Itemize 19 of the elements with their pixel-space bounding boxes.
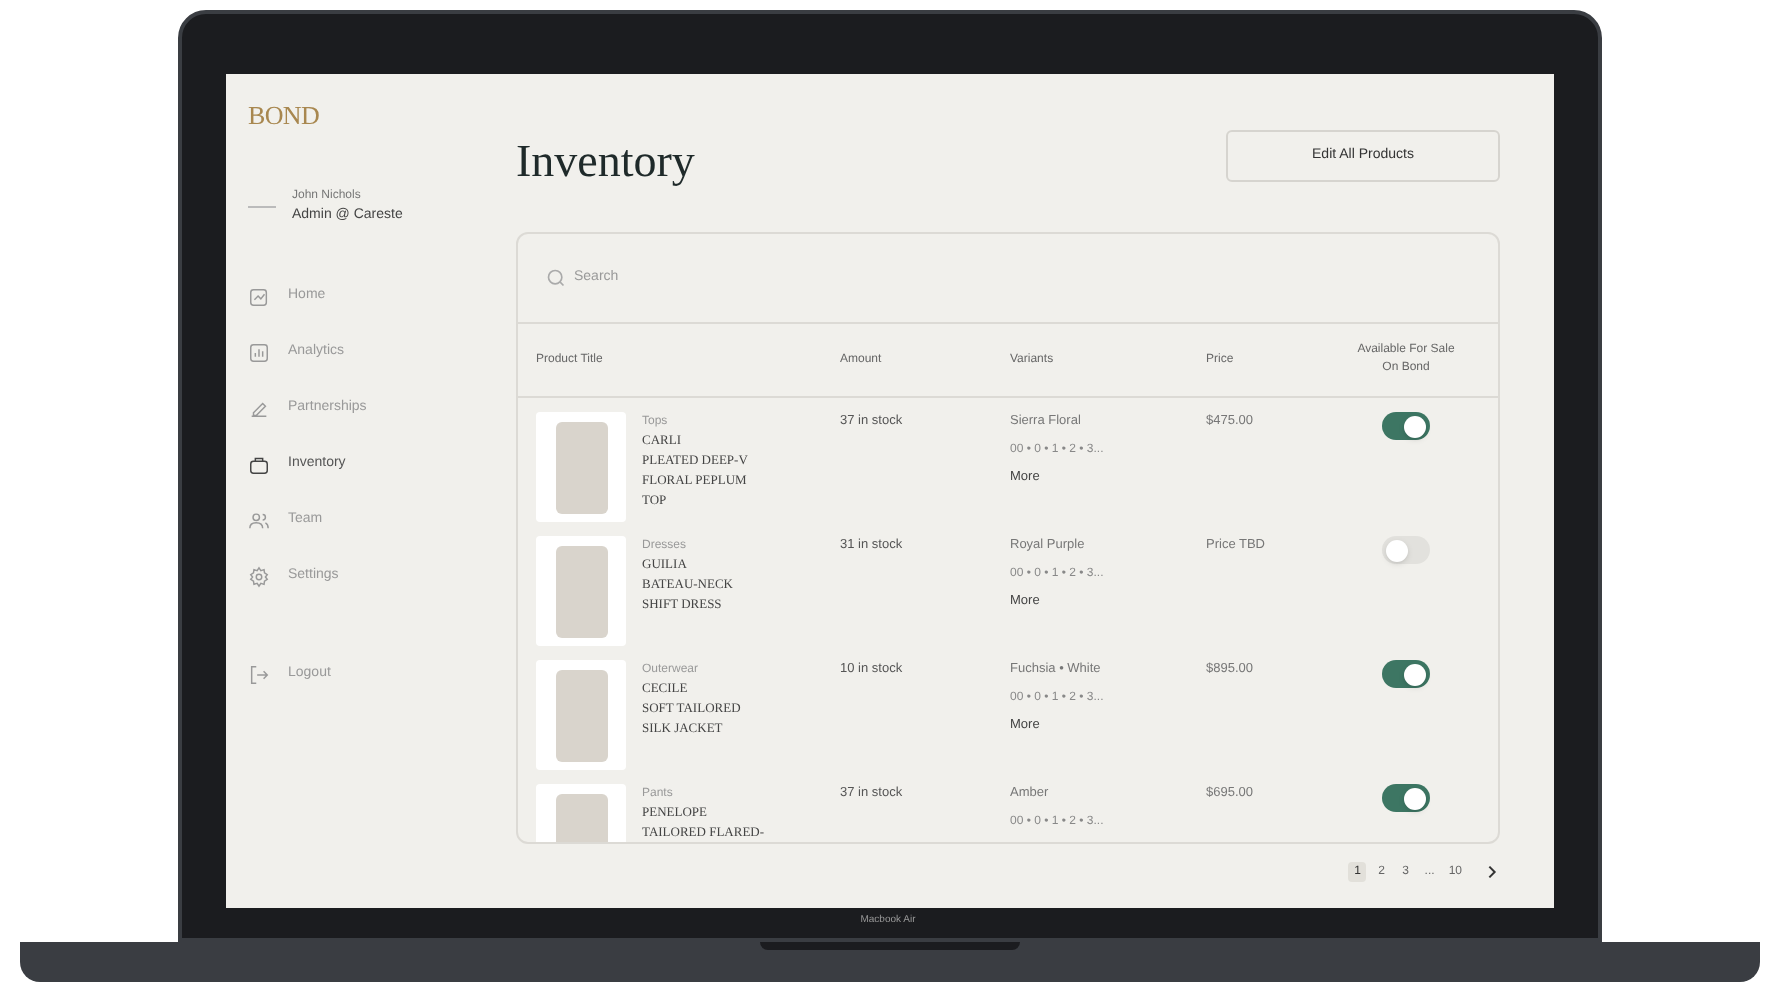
availability-toggle[interactable] [1382, 412, 1430, 440]
settings-icon [248, 566, 270, 588]
chart-icon [248, 286, 270, 308]
logout-icon [248, 664, 270, 686]
brand-logo: BOND [248, 102, 320, 128]
photo-placeholder [536, 412, 626, 522]
photo-placeholder [536, 536, 626, 646]
bar-chart-icon [248, 342, 270, 364]
page-title: Inventory [516, 138, 695, 184]
photo-placeholder [536, 660, 626, 770]
pencil-icon [248, 398, 270, 420]
search-icon [546, 268, 566, 288]
availability-toggle[interactable] [1382, 784, 1430, 812]
availability-toggle[interactable] [1382, 536, 1430, 564]
users-icon [248, 510, 270, 532]
avatar-line-icon [248, 206, 276, 208]
chevron-right-icon[interactable] [1484, 864, 1500, 880]
bag-icon [248, 454, 270, 476]
availability-toggle[interactable] [1382, 660, 1430, 688]
